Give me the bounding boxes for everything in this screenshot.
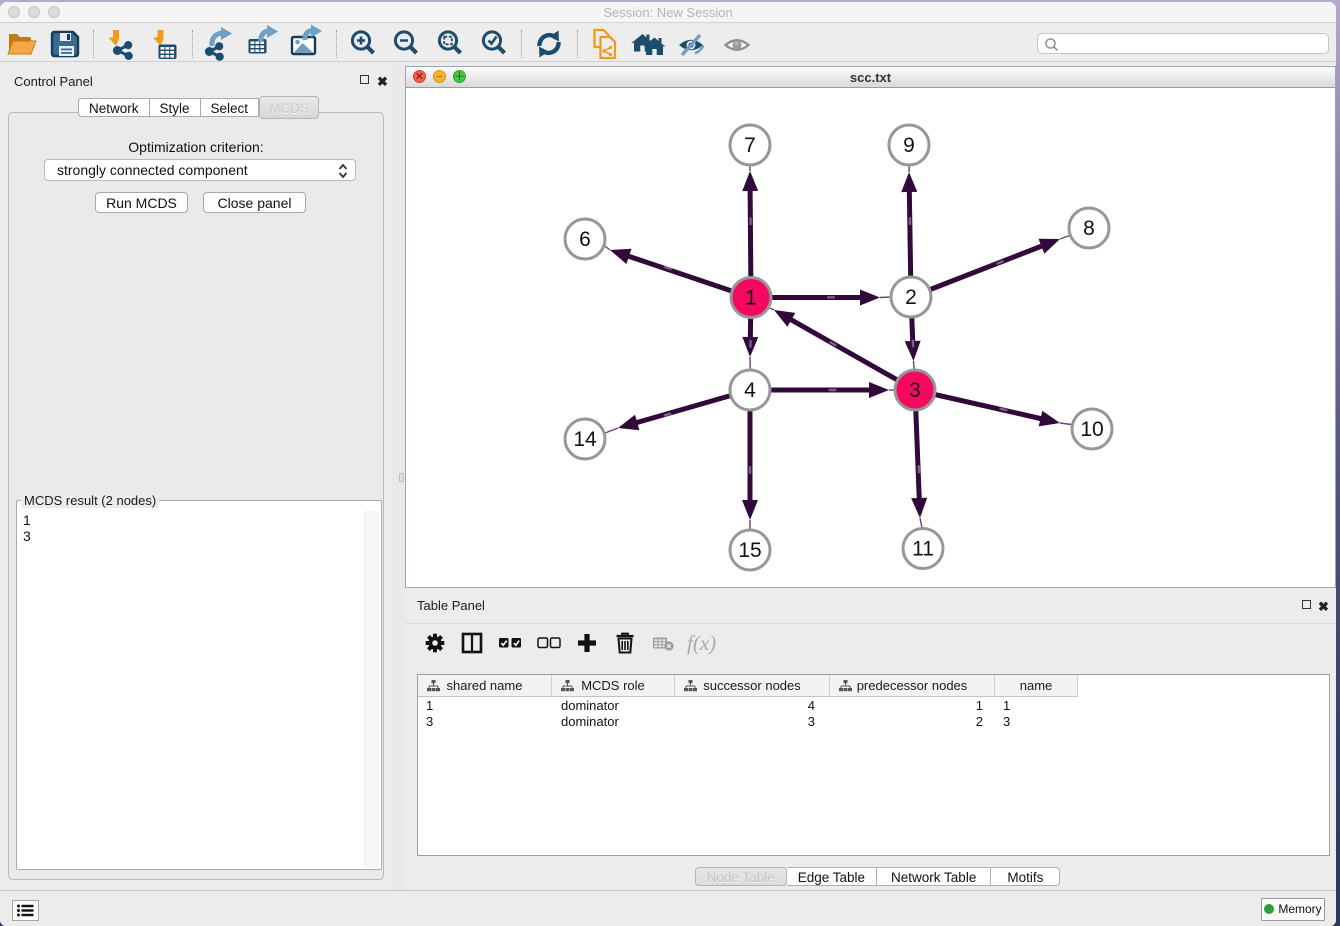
svg-text:8: 8 <box>1083 217 1095 240</box>
svg-text:10: 10 <box>1080 418 1103 441</box>
svg-text:f(x): f(x) <box>687 631 716 655</box>
svg-text:9: 9 <box>903 134 915 157</box>
svg-text:14: 14 <box>573 428 597 451</box>
svg-text:15: 15 <box>738 539 761 562</box>
svg-text:7: 7 <box>744 134 756 157</box>
svg-text:2: 2 <box>905 286 917 309</box>
svg-text:6: 6 <box>579 228 591 251</box>
svg-text:11: 11 <box>912 538 934 561</box>
svg-text:1: 1 <box>745 287 757 310</box>
svg-text:4: 4 <box>744 379 756 402</box>
svg-text:3: 3 <box>909 379 921 402</box>
